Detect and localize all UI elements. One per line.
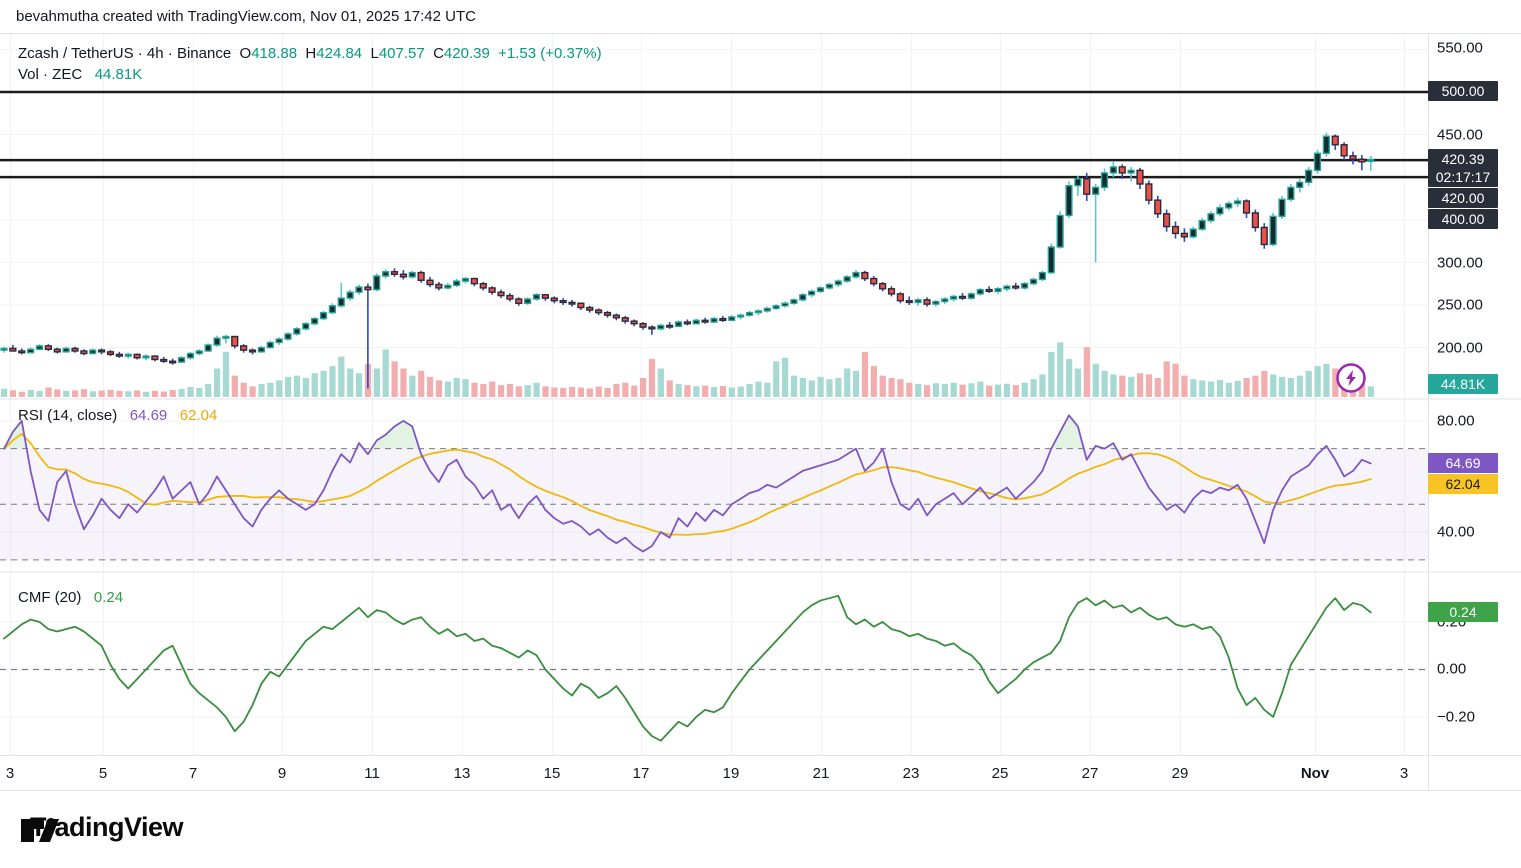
change-value: +1.53 (+0.37%) (498, 45, 601, 62)
axis-label: 300.00 (1437, 255, 1483, 272)
chart-canvas[interactable] (0, 0, 1521, 868)
time-axis-label: 3 (6, 765, 14, 782)
cmf-levels (0, 622, 1428, 717)
rsi-label: RSI (14, close) (18, 407, 117, 424)
axis-label: 80.00 (1437, 413, 1475, 430)
axis-badge: 02:17:17 (1428, 167, 1498, 187)
rsi-value: 64.69 (130, 407, 168, 424)
time-axis-label: 15 (544, 765, 561, 782)
candlestick-series[interactable] (1, 133, 1374, 389)
volume-label: Vol · ZEC (18, 66, 82, 83)
ohlc-close-value: 420.39 (444, 45, 490, 62)
axis-badge: 500.00 (1428, 81, 1498, 101)
time-axis-label: 5 (99, 765, 107, 782)
time-axis-label: 23 (903, 765, 920, 782)
axis-badge: 400.00 (1428, 209, 1498, 229)
time-axis-label: 25 (992, 765, 1009, 782)
ohlc-high-label: H (305, 45, 316, 62)
cmf-legend[interactable]: CMF (20) 0.24 (18, 589, 123, 606)
time-axis-label: 17 (633, 765, 650, 782)
tradingview-logo-icon (20, 812, 72, 846)
volume-value: 44.81K (95, 66, 143, 83)
rsi-smooth-value: 62.04 (180, 407, 218, 424)
axis-label: 250.00 (1437, 297, 1483, 314)
time-axis-label: 3 (1400, 765, 1408, 782)
time-axis-label: 27 (1082, 765, 1099, 782)
time-axis-label: 21 (813, 765, 830, 782)
axis-badge: 0.24 (1428, 602, 1498, 622)
axis-badge: 44.81K (1428, 374, 1498, 394)
ohlc-close-label: C (433, 45, 444, 62)
footer-brand[interactable]: TradingView (20, 812, 183, 843)
axis-badge: 420.00 (1428, 188, 1498, 208)
axis-badge: 62.04 (1428, 474, 1498, 494)
axis-label: 450.00 (1437, 127, 1483, 144)
time-axis-label: 19 (723, 765, 740, 782)
lightning-icon[interactable] (1333, 360, 1369, 396)
volume-legend[interactable]: Vol · ZEC 44.81K (18, 66, 142, 83)
axis-badge: 420.39 (1428, 149, 1498, 169)
ohlc-low-label: L (371, 45, 379, 62)
cmf-line (4, 596, 1371, 741)
time-axis-label: 9 (278, 765, 286, 782)
symbol-title: Zcash / TetherUS · 4h · Binance (18, 45, 231, 62)
axis-label: 200.00 (1437, 340, 1483, 357)
ohlc-open-label: O (240, 45, 252, 62)
time-axis-label: 11 (364, 765, 380, 782)
rsi-legend[interactable]: RSI (14, close) 64.69 62.04 (18, 407, 217, 424)
time-axis-label: 13 (454, 765, 471, 782)
axis-label: 550.00 (1437, 40, 1483, 57)
axis-badge: 64.69 (1428, 453, 1498, 473)
ohlc-low-value: 407.57 (379, 45, 425, 62)
cmf-label: CMF (20) (18, 589, 81, 606)
symbol-legend[interactable]: Zcash / TetherUS · 4h · Binance O418.88 … (18, 45, 602, 62)
axis-label: 40.00 (1437, 524, 1475, 541)
axis-label: 0.00 (1437, 661, 1466, 678)
time-axis-label: Nov (1301, 765, 1329, 782)
axis-label: −0.20 (1437, 709, 1475, 726)
pane-separators (0, 34, 1521, 791)
ohlc-high-value: 424.84 (316, 45, 362, 62)
price-gridlines (0, 49, 1428, 347)
cmf-value: 0.24 (94, 589, 123, 606)
tradingview-chart-screenshot: bevahmutha created with TradingView.com,… (0, 0, 1521, 868)
time-axis-label: 29 (1172, 765, 1189, 782)
ohlc-open-value: 418.88 (251, 45, 297, 62)
time-axis-label: 7 (189, 765, 197, 782)
